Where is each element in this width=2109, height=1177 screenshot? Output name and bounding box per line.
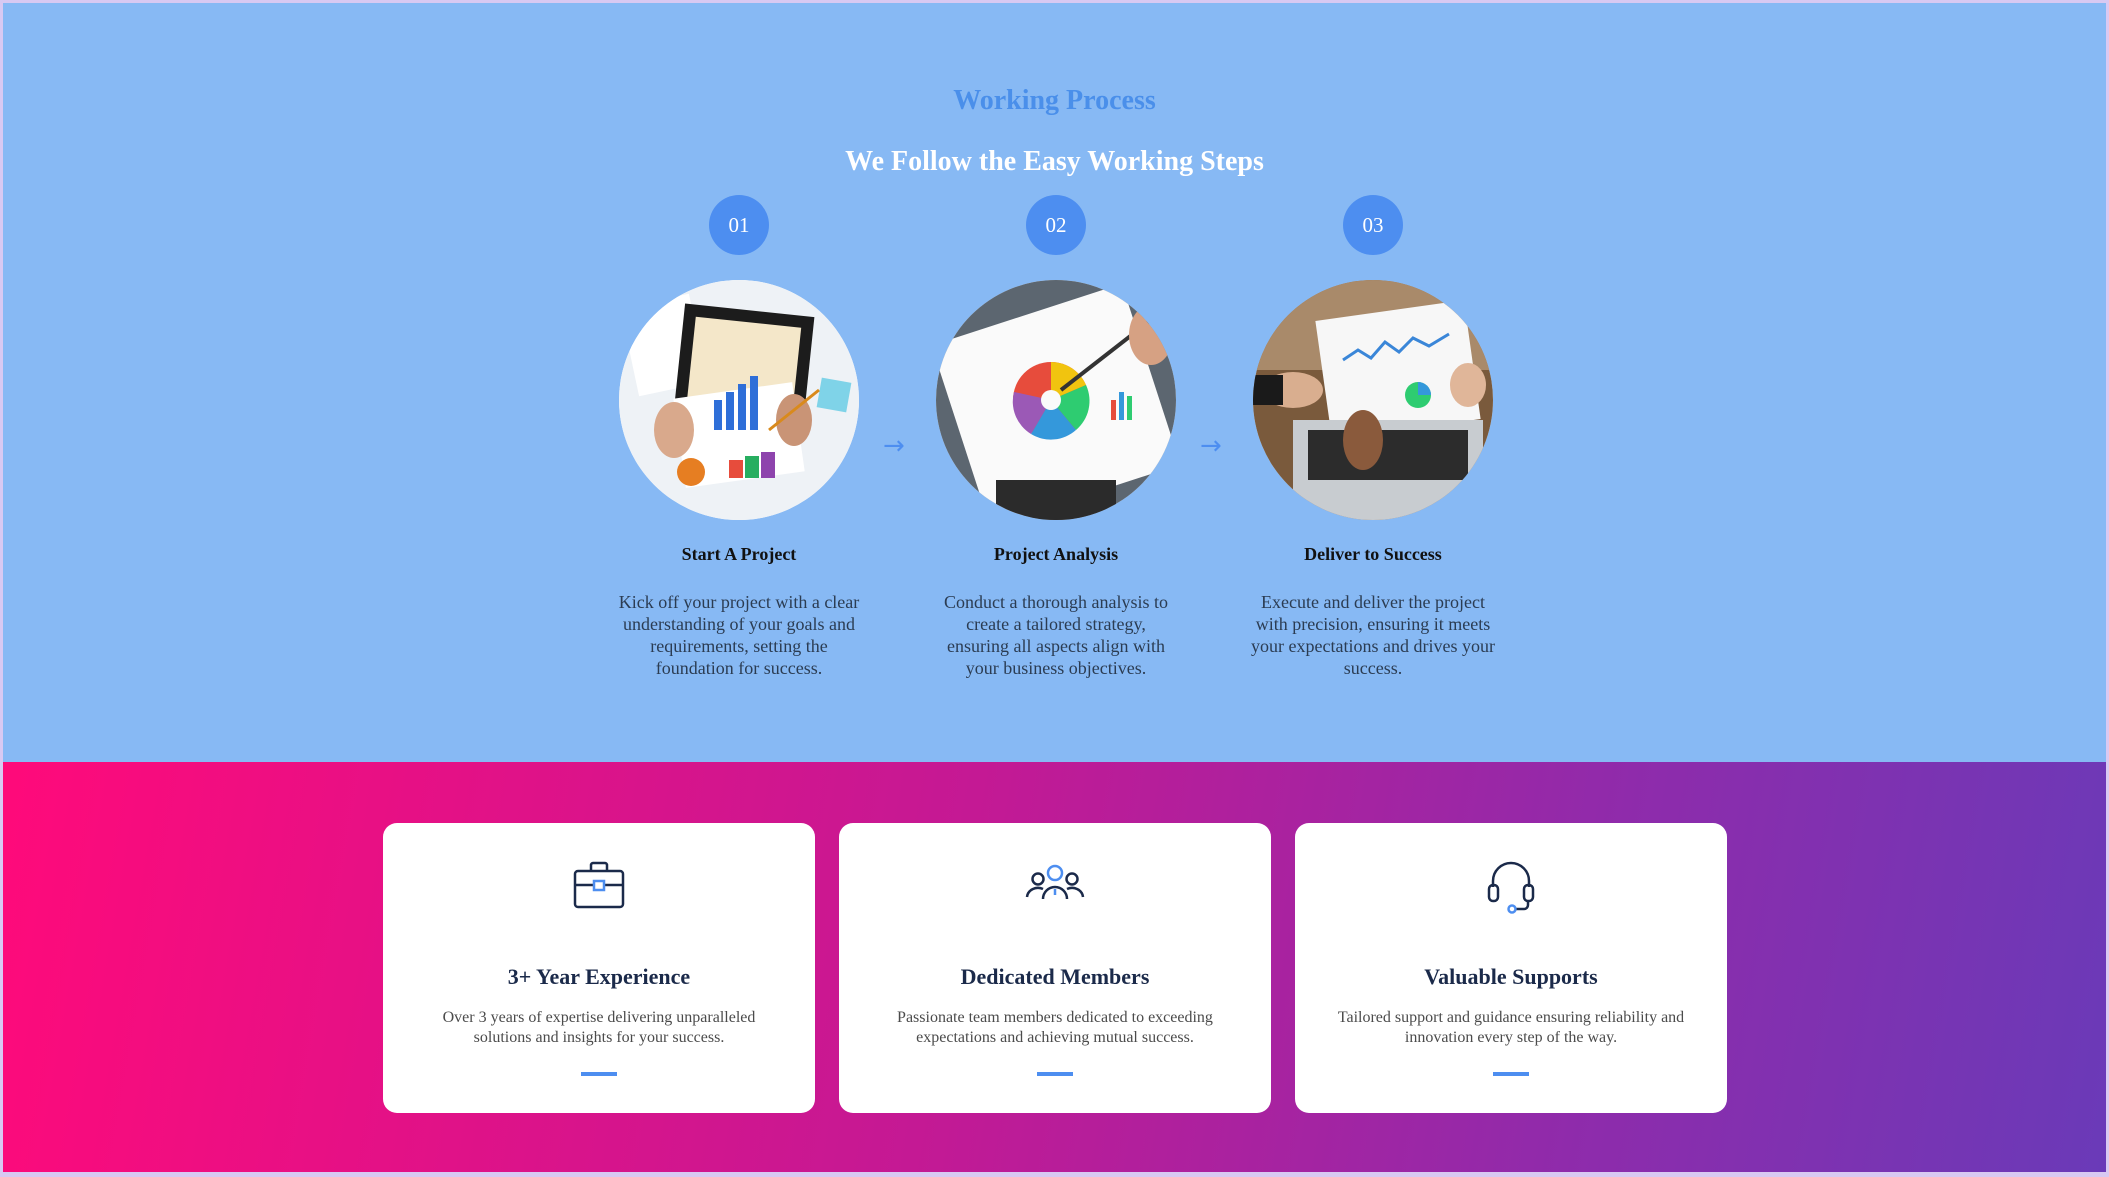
feature-card-supports: Valuable Supports Tailored support and g… [1295, 823, 1727, 1113]
team-icon [1025, 864, 1085, 900]
step-title: Start A Project [681, 544, 797, 564]
briefcase-icon [573, 861, 625, 909]
step-description: Conduct a thorough analysis to create a … [944, 592, 1168, 678]
working-process-section: Working Process We Follow the Easy Worki… [3, 3, 2106, 762]
card-accent-bar [1493, 1072, 1529, 1076]
features-section: 3+ Year Experience Over 3 years of exper… [3, 762, 2106, 1172]
step-title: Deliver to Success [1304, 544, 1442, 564]
section-eyebrow: Working Process [953, 85, 1156, 116]
step-number-badge: 01 [709, 195, 769, 255]
feature-card-title: Dedicated Members [960, 964, 1150, 989]
step-arrow-icon: → [1200, 431, 1222, 461]
section-headline: We Follow the Easy Working Steps [845, 146, 1264, 177]
feature-card-members: Dedicated Members Passionate team member… [839, 823, 1271, 1113]
feature-card-title: Valuable Supports [1424, 964, 1598, 989]
step-start-project: 01 Start A Project Kick off your project… [617, 195, 861, 679]
feature-card-description: Over 3 years of expertise delivering unp… [442, 1009, 756, 1046]
headset-icon [1487, 861, 1535, 914]
feature-card-experience: 3+ Year Experience Over 3 years of exper… [383, 823, 815, 1113]
step-image-charts [619, 280, 859, 520]
step-project-analysis: 02 Project Analysis Conduct a thorough a… [934, 195, 1178, 679]
card-accent-bar [581, 1072, 617, 1076]
step-image-pie-chart [936, 280, 1176, 520]
step-number-badge: 02 [1026, 195, 1086, 255]
step-deliver-success: 03 Deliver to Success Execute and delive… [1251, 195, 1495, 679]
step-title: Project Analysis [993, 544, 1119, 564]
step-arrow-icon: → [883, 431, 905, 461]
step-description: Kick off your project with a clear under… [618, 592, 860, 678]
step-image-laptop-report [1253, 280, 1493, 520]
step-description: Execute and deliver the project with pre… [1251, 592, 1495, 678]
feature-card-title: 3+ Year Experience [507, 964, 691, 989]
step-number-badge: 03 [1343, 195, 1403, 255]
card-accent-bar [1037, 1072, 1073, 1076]
feature-card-description: Passionate team members dedicated to exc… [897, 1009, 1213, 1046]
feature-card-description: Tailored support and guidance ensuring r… [1337, 1009, 1685, 1046]
